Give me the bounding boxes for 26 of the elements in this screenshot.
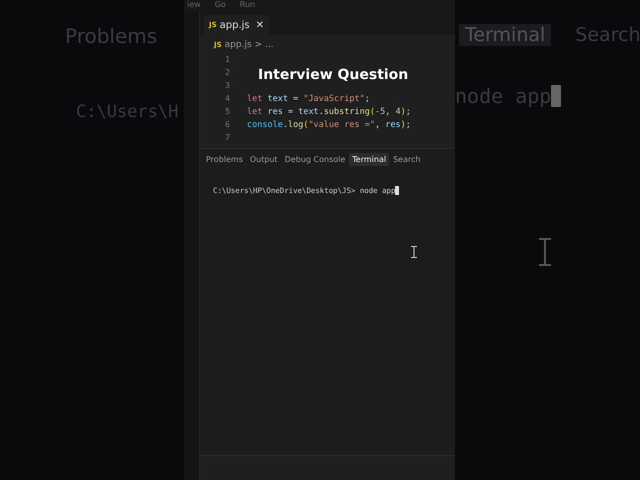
menu-item[interactable]: Go [214, 0, 226, 11]
line-number: 5 [224, 107, 231, 116]
panel-tab[interactable]: Terminal [349, 153, 390, 166]
panel-tab[interactable]: Debug Console [282, 153, 348, 166]
code-line: console.log("value res =", res); [247, 120, 411, 130]
line-number: 4 [224, 94, 231, 103]
video-caption: Interview Question [258, 67, 408, 83]
text-cursor-icon [539, 238, 551, 266]
code-line: let res = text.substring(-5, 4); [247, 106, 411, 116]
terminal-cursor [395, 186, 400, 195]
line-number: 3 [224, 81, 231, 90]
text-cursor-icon [411, 246, 417, 258]
line-number: 1 [224, 55, 231, 64]
breadcrumb-file[interactable]: app.js [224, 40, 252, 50]
backdrop-tab-label: Terminal [459, 24, 552, 46]
line-number: 6 [224, 120, 231, 129]
code-line: let text = "JavaScript"; [247, 94, 370, 104]
panel-tab[interactable]: Search [390, 153, 424, 166]
menu-item[interactable]: Run [240, 0, 256, 11]
panel-tab[interactable]: Output [246, 153, 281, 166]
breadcrumb-more[interactable]: > ... [254, 40, 274, 50]
panel-tab[interactable]: Problems [203, 153, 246, 166]
menu-item[interactable]: iew [187, 0, 201, 11]
line-number: 2 [224, 68, 231, 77]
line-number: 7 [224, 133, 231, 142]
backdrop-cursor [551, 85, 562, 107]
